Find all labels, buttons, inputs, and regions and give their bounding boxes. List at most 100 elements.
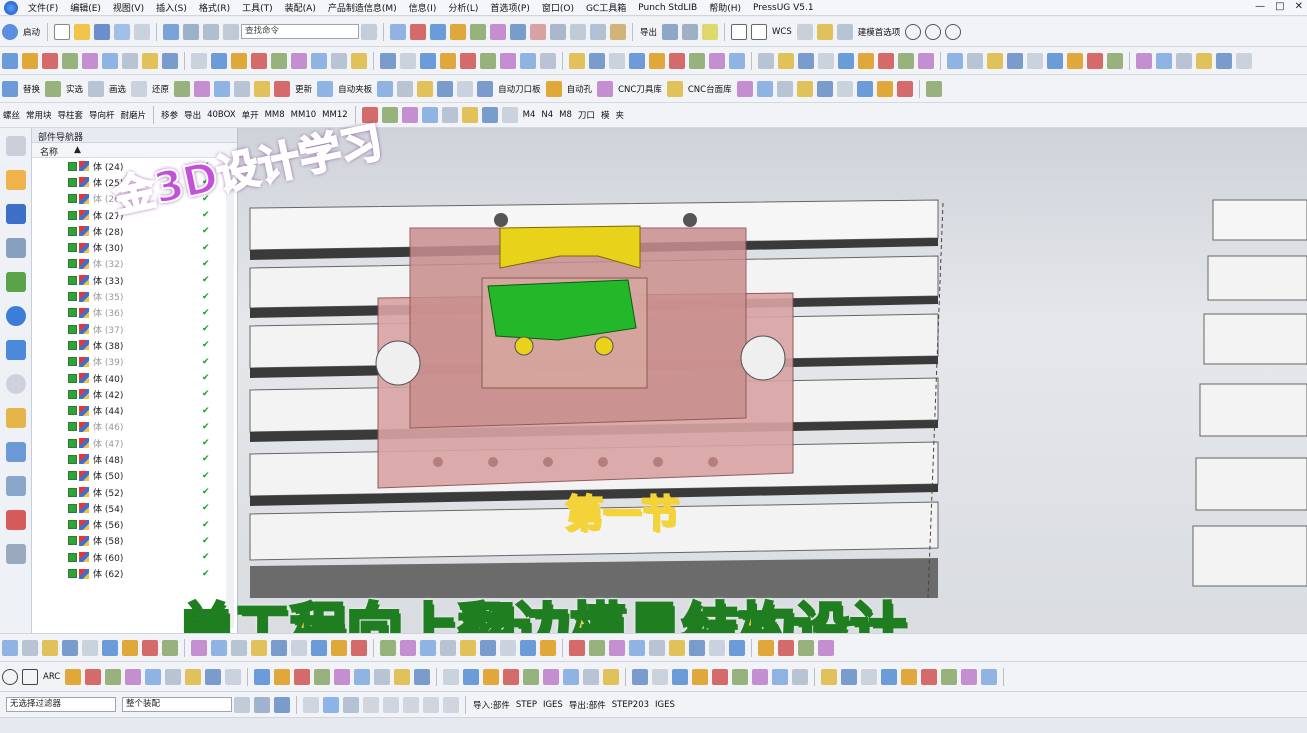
visibility-checkbox[interactable] — [68, 373, 77, 383]
menu-item[interactable]: GC工具箱 — [580, 1, 632, 14]
tool-icon[interactable] — [460, 639, 476, 656]
tool-icon[interactable] — [311, 639, 327, 656]
tool-icon[interactable] — [480, 639, 496, 656]
tool-icon[interactable] — [420, 52, 436, 69]
tool-icon[interactable] — [776, 80, 793, 97]
start-label[interactable]: 启动 — [20, 26, 43, 38]
intersection-icon[interactable] — [423, 696, 439, 713]
tool-icon[interactable] — [836, 80, 853, 97]
navigator-row[interactable]: 体 (52) ✔ — [32, 484, 237, 500]
tool-icon[interactable] — [457, 80, 474, 97]
tool-icon[interactable] — [131, 80, 148, 97]
tool-icon[interactable] — [545, 80, 562, 97]
tool-icon[interactable] — [334, 668, 351, 685]
tool-icon[interactable] — [918, 52, 934, 69]
menu-item[interactable]: PressUG V5.1 — [747, 3, 820, 13]
tool-icon[interactable] — [234, 80, 251, 97]
menu-item[interactable]: 格式(R) — [193, 1, 236, 14]
visibility-checkbox[interactable] — [68, 389, 77, 399]
toolbar-label[interactable]: 实选 — [63, 83, 86, 95]
tool-icon[interactable] — [1087, 52, 1103, 69]
navigator-row[interactable]: 体 (60) ✔ — [32, 549, 237, 565]
toolbar-label[interactable]: 单开 — [239, 109, 262, 121]
tool-icon[interactable] — [211, 639, 227, 656]
minimize-icon[interactable]: — — [1255, 1, 1265, 12]
tool-icon[interactable] — [374, 668, 391, 685]
navigator-row[interactable]: 体 (30) ✔ — [32, 239, 237, 255]
tool-icon[interactable] — [921, 668, 938, 685]
export-part-label[interactable]: 导出:部件 — [566, 699, 609, 711]
tool-icon[interactable] — [122, 639, 138, 656]
menu-item[interactable]: 装配(A) — [279, 1, 322, 14]
menu-item[interactable]: 编辑(E) — [64, 1, 107, 14]
tool-icon[interactable] — [145, 668, 162, 685]
tool-icon[interactable] — [649, 52, 665, 69]
tool-icon[interactable] — [291, 52, 307, 69]
navigator-row[interactable]: 体 (37) ✔ — [32, 321, 237, 337]
tool-icon[interactable] — [394, 668, 411, 685]
tool-icon[interactable] — [563, 668, 580, 685]
tool-icon[interactable] — [22, 639, 38, 656]
navigator-row[interactable]: 体 (54) ✔ — [32, 500, 237, 516]
tool-icon[interactable] — [669, 52, 685, 69]
tool-icon[interactable] — [461, 107, 478, 123]
visibility-checkbox[interactable] — [68, 194, 77, 204]
point-snap-icon[interactable] — [22, 668, 38, 685]
tool-icon[interactable] — [380, 639, 396, 656]
tool-icon[interactable] — [712, 668, 729, 685]
visibility-checkbox[interactable] — [68, 259, 77, 269]
sort-up-icon[interactable]: ▲ — [74, 145, 81, 155]
tool-icon[interactable] — [174, 80, 191, 97]
constraint-navigator-icon[interactable] — [6, 204, 26, 224]
tool-icon[interactable] — [540, 639, 556, 656]
tool-icon[interactable] — [165, 668, 182, 685]
visibility-checkbox[interactable] — [68, 454, 77, 464]
tool-icon[interactable] — [441, 107, 458, 123]
tool-icon[interactable] — [758, 52, 774, 69]
navigator-row[interactable]: 体 (33) ✔ — [32, 272, 237, 288]
tool-icon[interactable] — [22, 52, 38, 69]
menu-item[interactable]: 帮助(H) — [703, 1, 747, 14]
tool-icon[interactable] — [898, 52, 914, 69]
tool-icon[interactable] — [122, 52, 138, 69]
tool-icon[interactable] — [437, 80, 454, 97]
visibility-checkbox[interactable] — [68, 243, 77, 253]
roles-icon[interactable] — [6, 476, 26, 496]
snap-icon[interactable] — [254, 696, 270, 713]
tool-icon[interactable] — [597, 80, 614, 97]
tool-icon[interactable] — [317, 80, 334, 97]
tool-icon[interactable] — [729, 52, 745, 69]
color-box-icon[interactable] — [731, 23, 748, 40]
tool-icon[interactable] — [603, 668, 620, 685]
visibility-checkbox[interactable] — [68, 357, 77, 367]
tool-icon[interactable] — [231, 639, 247, 656]
menu-item[interactable]: 视图(V) — [107, 1, 150, 14]
tool-icon[interactable] — [798, 639, 814, 656]
toolbar-label[interactable]: MM8 — [262, 110, 288, 120]
tool-icon[interactable] — [400, 639, 416, 656]
toolbar-label[interactable]: 螺丝 — [0, 109, 23, 121]
tool-icon[interactable] — [42, 52, 58, 69]
tool-icon[interactable] — [443, 668, 460, 685]
assembly-navigator-icon[interactable] — [6, 170, 26, 190]
surface-icon[interactable] — [470, 23, 487, 40]
tool-icon[interactable] — [162, 639, 178, 656]
tool-icon[interactable] — [421, 107, 438, 123]
point-icon[interactable] — [945, 23, 962, 40]
tool-icon[interactable] — [818, 639, 834, 656]
tool-icon[interactable] — [2, 639, 18, 656]
toolbar-label[interactable]: 还原 — [149, 83, 172, 95]
tool-icon[interactable] — [205, 668, 222, 685]
menu-item[interactable]: Punch StdLIB — [632, 3, 703, 13]
tool-icon[interactable] — [331, 639, 347, 656]
tool-icon[interactable] — [88, 80, 105, 97]
visibility-checkbox[interactable] — [68, 569, 77, 579]
tool-icon[interactable] — [540, 52, 556, 69]
web-browser-icon[interactable] — [6, 306, 26, 326]
export-step203-label[interactable]: STEP203 — [609, 700, 652, 710]
arc-label[interactable]: ARC — [40, 672, 63, 682]
tool-icon[interactable] — [42, 639, 58, 656]
mirror-icon[interactable] — [610, 23, 627, 40]
tool-icon[interactable] — [211, 52, 227, 69]
box-icon[interactable] — [450, 23, 467, 40]
